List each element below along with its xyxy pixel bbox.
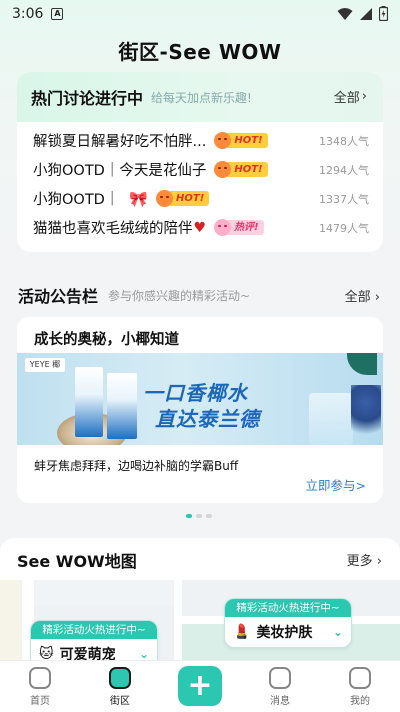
pin-banner: 精彩活动火热进行中~ (31, 621, 157, 639)
profile-icon (349, 667, 371, 689)
bow-icon: 🎀 (129, 189, 149, 208)
tab-home[interactable]: 首页 (10, 667, 70, 707)
hot-discussion-header: 热门讨论进行中 给每天加点新乐趣! (17, 72, 383, 122)
tab-label: 街区 (110, 696, 130, 707)
carousel-indicator (186, 514, 212, 518)
heart-icon: ♥ (193, 219, 207, 236)
map-block (34, 580, 174, 606)
notification-icon: A (51, 8, 64, 20)
all-label: 全部 (344, 289, 371, 305)
popularity-count: 1479人气 (319, 221, 369, 235)
hot-item-text: 小狗OOTD｜今天是花仙子 (33, 163, 207, 179)
tab-street[interactable]: 街区 (90, 667, 150, 707)
hot-discussion-item[interactable]: 小狗OOTD｜ 🎀 HOT! 1337人气 (33, 184, 369, 213)
chevron-right-icon: › (376, 554, 382, 569)
home-icon (29, 667, 51, 689)
hot-discussion-card: 热门讨论进行中 给每天加点新乐趣! 全部 › 解锁夏日解暑好吃不怕胖... HO… (17, 72, 383, 252)
pin-label: 美妆护肤 (256, 625, 313, 641)
hot-discussion-item[interactable]: 解锁夏日解暑好吃不怕胖... HOT! 1348人气 (33, 126, 369, 155)
status-icons (337, 6, 388, 21)
activity-card[interactable]: 成长的奥秘，小椰知道 YEYE 椰 一口香椰水 直达泰兰德 蚌牙焦虑拜拜，边喝边… (17, 317, 383, 503)
street-icon (109, 667, 131, 689)
hot-item-text: 猫猫也喜欢毛绒绒的陪伴 (33, 221, 193, 237)
hot-discussion-list: 解锁夏日解暑好吃不怕胖... HOT! 1348人气 小狗OOTD｜今天是花仙子… (17, 122, 383, 242)
pin-banner: 精彩活动火热进行中~ (225, 599, 351, 617)
tab-label: 消息 (270, 696, 290, 707)
hot-tag: HOT! (226, 162, 268, 177)
leaf-decoration (347, 353, 377, 375)
blush-face-icon (214, 219, 232, 236)
activity-card-title: 成长的奥秘，小椰知道 (34, 332, 179, 348)
status-bar: 3:06 A (0, 0, 400, 28)
hot-discussion-item[interactable]: 小狗OOTD｜今天是花仙子 HOT! 1294人气 (33, 155, 369, 184)
message-icon (269, 667, 291, 689)
map-more-button[interactable]: 更多 › (347, 550, 382, 569)
popularity-count: 1294人气 (319, 163, 369, 177)
map-road (174, 580, 182, 664)
map-pin-pets[interactable]: 精彩活动火热进行中~ 🐱 可爱萌宠 ⌄ (30, 620, 158, 664)
map-pin-beauty[interactable]: 精彩活动火热进行中~ 💄 美妆护肤 ⌄ (224, 598, 352, 648)
map-title: See WOW地图 (17, 552, 137, 571)
wifi-icon (337, 7, 353, 20)
more-label: 更多 (346, 554, 373, 569)
hot-badge: HOT! (214, 132, 268, 149)
activity-title: 活动公告栏 (18, 287, 99, 306)
thistle-image (351, 385, 381, 445)
tab-profile[interactable]: 我的 (330, 667, 390, 707)
hot-discussion-subtitle: 给每天加点新乐趣! (151, 90, 252, 105)
hot-badge: HOT! (214, 161, 268, 178)
activity-header: 活动公告栏 参与你感兴趣的精彩活动~ 全部 › (18, 283, 382, 307)
glass-image (309, 393, 353, 445)
carousel-dot (196, 514, 202, 518)
activity-description: 蚌牙焦虑拜拜，边喝边补脑的学霸Buff (34, 459, 239, 473)
map-section: See WOW地图 更多 › 精彩活动火热进行中~ 🐱 可爱萌宠 ⌄ 精彩活动火… (0, 538, 400, 664)
join-now-link[interactable]: 立即参与> (306, 475, 366, 494)
popularity-count: 1348人气 (319, 134, 369, 148)
chevron-down-icon: ⌄ (138, 647, 149, 661)
hot-item-text: 小狗OOTD｜ (33, 192, 120, 208)
tab-label: 我的 (350, 696, 370, 707)
hot-discussion-all-button[interactable]: 全部 › (334, 87, 367, 106)
angry-face-icon (156, 190, 174, 207)
carousel-dot (186, 514, 192, 518)
chevron-down-icon: ⌄ (332, 625, 343, 639)
chevron-right-icon: › (374, 289, 380, 305)
tab-messages[interactable]: 消息 (250, 667, 310, 707)
activity-all-button[interactable]: 全部 › (345, 286, 380, 305)
hot-discussion-title: 热门讨论进行中 (31, 89, 144, 108)
map-view[interactable]: 精彩活动火热进行中~ 🐱 可爱萌宠 ⌄ 精彩活动火热进行中~ 💄 美妆护肤 ⌄ (0, 580, 400, 664)
hot-item-text: 解锁夏日解暑好吃不怕胖... (33, 134, 207, 150)
tab-label: 首页 (30, 696, 50, 707)
hot-tag: HOT! (168, 191, 210, 206)
banner-subheadline: 直达泰兰德 (155, 407, 260, 431)
hot-tag: HOT! (226, 133, 268, 148)
brand-logo: YEYE 椰 (25, 358, 65, 372)
map-block (0, 580, 22, 664)
hot-badge: 热评! (214, 219, 264, 236)
create-post-button[interactable]: + (178, 666, 222, 706)
carousel-dot (206, 514, 212, 518)
activity-subtitle: 参与你感兴趣的精彩活动~ (108, 288, 251, 303)
all-label: 全部 (333, 91, 360, 106)
hot-tag: 热评! (226, 220, 264, 235)
lipstick-icon: 💄 (233, 624, 251, 640)
popularity-count: 1337人气 (319, 192, 369, 206)
pin-body: 💄 美妆护肤 ⌄ (225, 617, 351, 647)
hot-discussion-item[interactable]: 猫猫也喜欢毛绒绒的陪伴 ♥ 热评! 1479人气 (33, 213, 369, 242)
activity-banner[interactable]: YEYE 椰 一口香椰水 直达泰兰德 (17, 353, 383, 445)
drink-carton-image (107, 373, 137, 439)
banner-headline: 一口香椰水 (143, 381, 248, 405)
battery-icon (379, 6, 388, 21)
hot-badge: HOT! (156, 190, 210, 207)
page-title: 街区-See WOW (118, 40, 282, 64)
plus-icon: + (187, 668, 213, 703)
signal-icon (360, 7, 372, 20)
status-time: 3:06 (12, 6, 44, 22)
drink-carton-image (75, 367, 103, 437)
chevron-right-icon: › (361, 89, 367, 104)
